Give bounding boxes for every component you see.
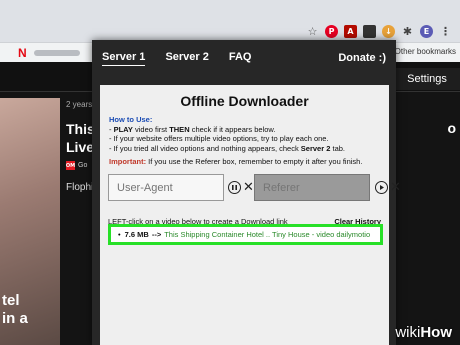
tab-server-1[interactable]: Server 1 [102,51,146,66]
article-title-line2: Live [66,139,95,155]
howto-then-emphasis: THEN [169,124,190,134]
howto-text: tab. [330,143,345,153]
howto-text: video first [132,124,170,134]
watermark-suffix: How [420,324,452,341]
how-to-line-3: - If you tried all video options and not… [109,144,345,154]
article-byline: Flophi [66,182,94,193]
source-name: Go [78,162,88,169]
play-circle-icon[interactable] [375,181,388,194]
howto-text: - If you tried all video options and not… [109,143,301,153]
watermark-prefix: wiki [395,324,421,341]
tab-faq[interactable]: FAQ [229,51,252,65]
tab-server-2[interactable]: Server 2 [165,51,208,65]
house-photo[interactable]: tel in a [0,98,60,345]
netflix-bookmark[interactable]: N [18,46,27,60]
panel-title: Offline Downloader [180,93,309,109]
article-title-line1: This [66,121,95,137]
wikihow-watermark: wikiHow [395,324,452,341]
photo-caption-line1: tel [2,292,20,309]
close-icon[interactable]: ✕ [389,180,402,195]
puzzle-icon[interactable]: ✱ [401,25,414,38]
menu-icon[interactable]: ⋮ [439,25,452,38]
article-title-right: o [447,120,456,136]
how-to-line-2: - If your website offers multiple video … [109,134,329,143]
donate-link[interactable]: Donate :) [338,52,386,64]
howto-play-emphasis: PLAY [113,124,133,134]
popup-nav: Server 1 Server 2 FAQ Donate :) [92,40,396,76]
pause-circle-icon[interactable] [228,181,241,194]
video-list-item[interactable]: • 7.6 MB --> This Shipping Container Hot… [108,224,383,245]
how-to-line-1: - PLAY video first THEN check if it appe… [109,125,345,135]
screen-icon[interactable] [363,24,376,38]
pinterest-icon[interactable]: P [325,24,338,38]
photo-caption: tel in a [2,292,28,328]
browser-toolbar: ☆ P A ↓ ✱ E ⋮ [0,20,460,42]
how-to-header: How to Use: [109,115,153,124]
photo-caption-line2: in a [2,310,28,327]
video-size: 7.6 MB [124,230,149,239]
downloader-popup: Server 1 Server 2 FAQ Donate :) Offline … [92,40,401,345]
howto-server-emphasis: Server 2 [300,143,331,153]
article-title[interactable]: This Live [66,120,95,156]
referer-input[interactable] [254,174,370,201]
important-note: Important: If you use the Referer box, r… [109,157,362,166]
article-source: OM Go [66,161,87,170]
pdf-icon[interactable]: A [344,24,357,38]
user-agent-input[interactable] [108,174,224,201]
important-header: Important: [109,157,147,166]
video-title: This Shipping Container Hotel .. Tiny Ho… [164,230,371,239]
other-bookmarks[interactable]: Other bookmarks [395,47,456,56]
how-to-section: How to Use: - PLAY video first THEN chec… [109,115,345,153]
star-icon[interactable]: ☆ [306,25,319,38]
download-ext-icon[interactable]: ↓ [382,24,395,38]
howto-text: check if it appears below. [189,124,276,134]
list-bullet: • [118,230,121,239]
video-arrow: --> [151,230,162,239]
settings-button[interactable]: Settings [394,68,460,90]
important-text: If you use the Referer box, remember to … [146,157,363,166]
source-badge: OM [65,161,76,170]
profile-avatar[interactable]: E [420,24,433,38]
blurred-bookmark[interactable] [34,50,80,56]
downloader-panel: Offline Downloader How to Use: - PLAY vi… [100,85,401,345]
